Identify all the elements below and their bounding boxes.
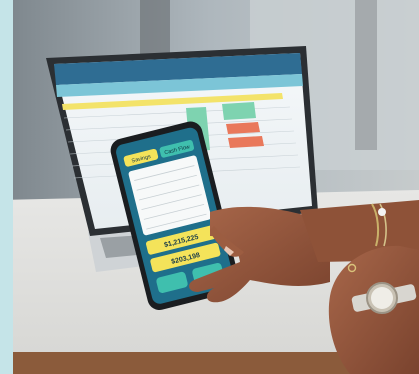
background-post bbox=[140, 0, 170, 60]
watch-dial bbox=[371, 287, 393, 309]
left-accent-strip bbox=[0, 0, 13, 374]
bracelet-charm bbox=[378, 208, 386, 216]
laptop-green-block bbox=[222, 102, 256, 120]
photo-scene: Savings Cash Flow $1,215,225 $203,198 bbox=[0, 0, 419, 374]
background-post-2 bbox=[355, 0, 377, 150]
photo: Savings Cash Flow $1,215,225 $203,198 bbox=[0, 0, 419, 374]
laptop-red-block-2 bbox=[228, 136, 264, 148]
laptop-red-block bbox=[226, 122, 260, 134]
